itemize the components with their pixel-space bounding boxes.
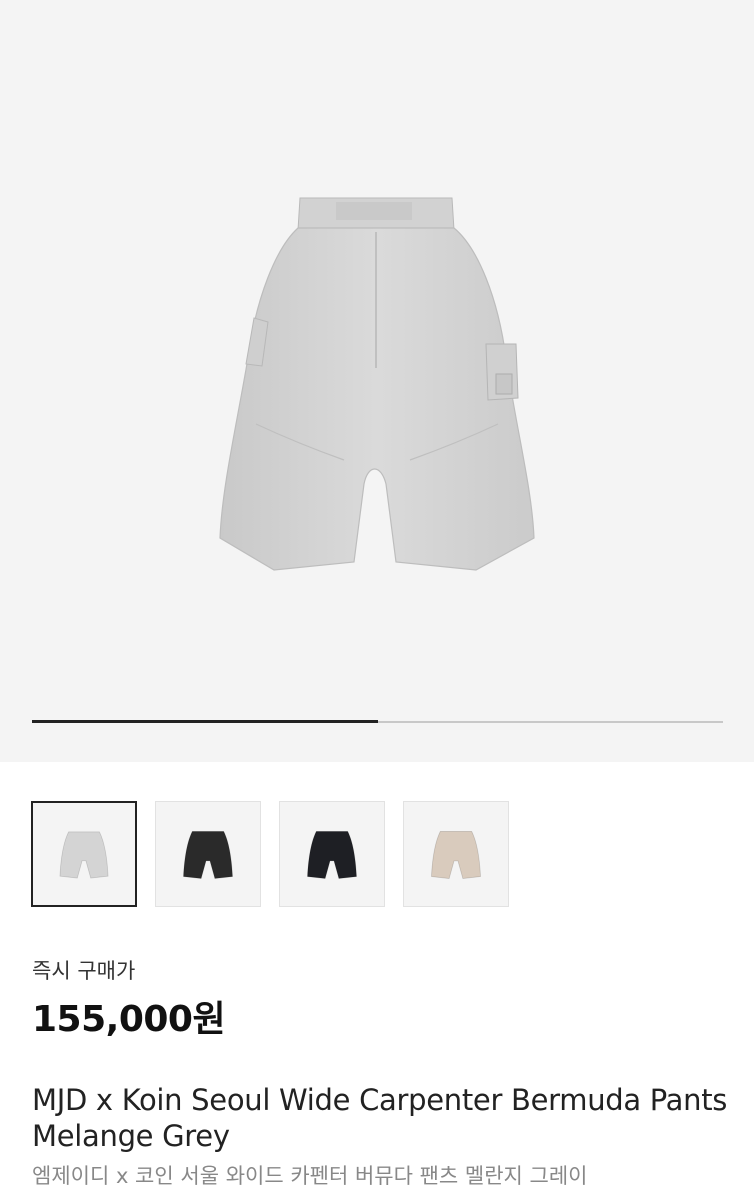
shorts-thumbnail-icon <box>59 831 109 879</box>
product-subtitle-korean: 엠제이디 x 코인 서울 와이드 카펜터 버뮤다 팬츠 멜란지 그레이 <box>32 1164 588 1188</box>
product-photo-shorts <box>219 197 535 571</box>
thumbnail-grey[interactable] <box>31 801 137 907</box>
price-value: 155,000원 <box>32 999 226 1040</box>
carousel-progress-indicator <box>32 720 378 723</box>
product-image-carousel[interactable] <box>0 0 754 762</box>
shorts-thumbnail-icon <box>431 831 481 879</box>
thumbnail-black-detail[interactable] <box>279 801 385 907</box>
thumbnail-strip <box>31 801 721 911</box>
instant-buy-price-label: 즉시 구매가 <box>32 959 136 983</box>
carousel-progress-track <box>32 720 723 723</box>
thumbnail-beige[interactable] <box>403 801 509 907</box>
shorts-thumbnail-icon <box>307 831 357 879</box>
product-title: MJD x Koin Seoul Wide Carpenter Bermuda … <box>32 1083 728 1153</box>
shorts-thumbnail-icon <box>183 831 233 879</box>
thumbnail-black[interactable] <box>155 801 261 907</box>
